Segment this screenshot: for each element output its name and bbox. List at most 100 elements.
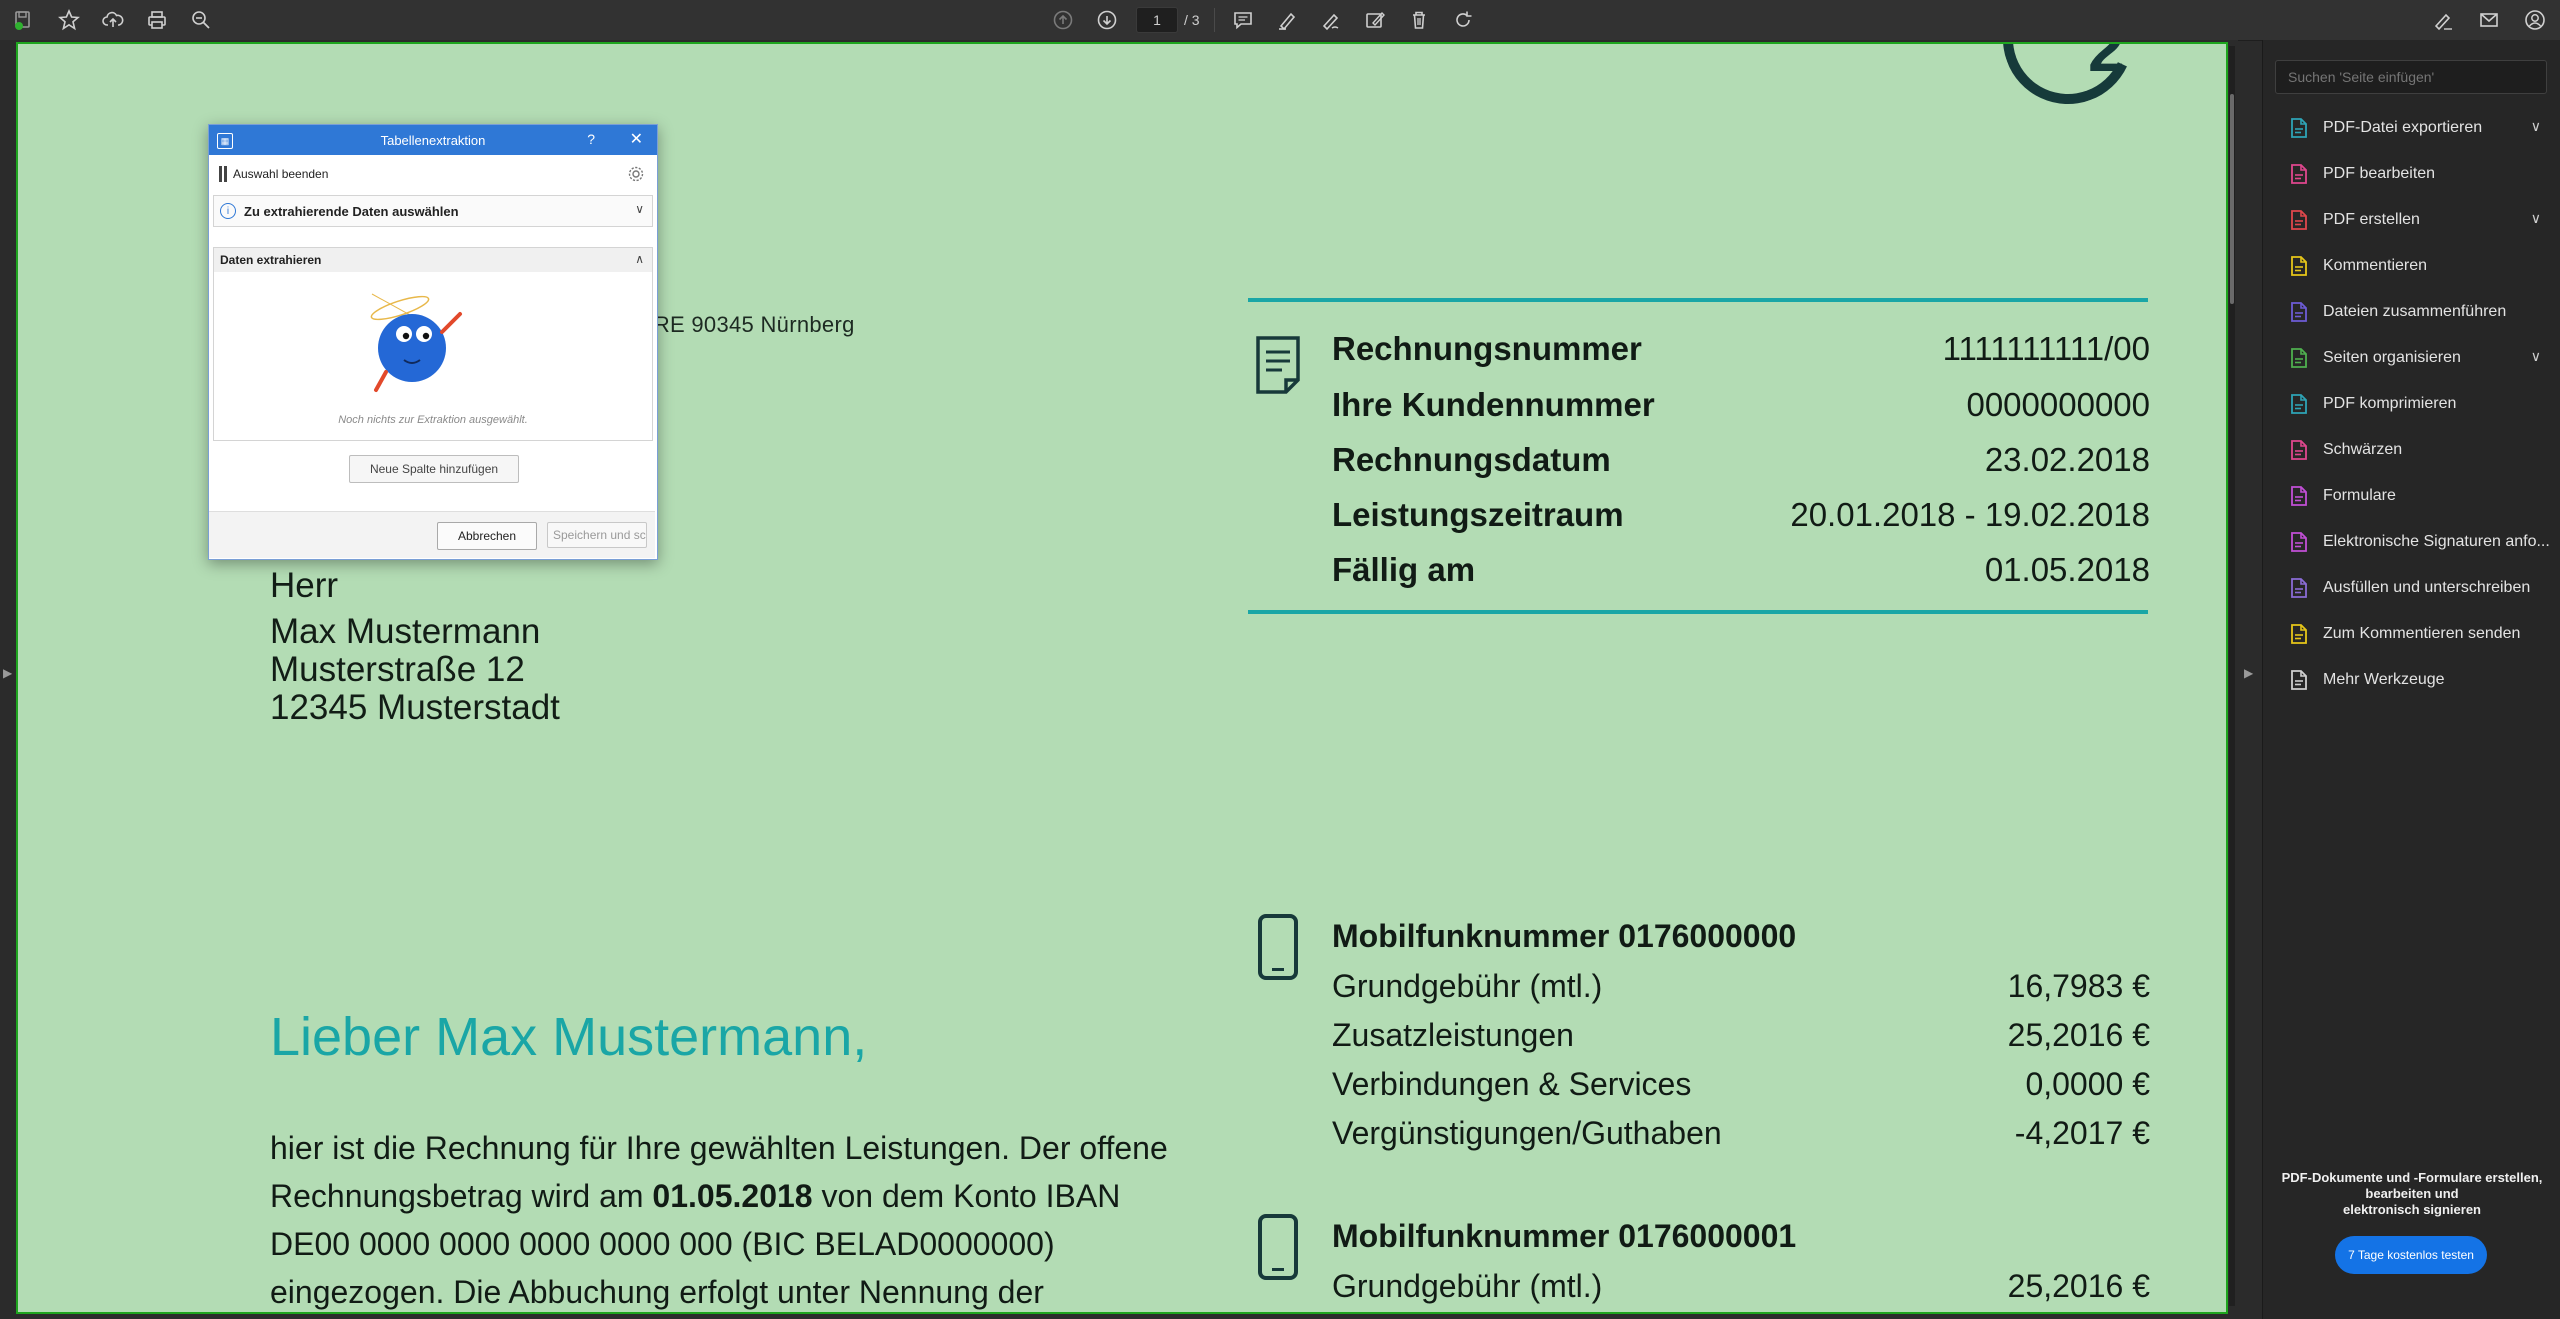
close-icon[interactable]: ✕ bbox=[630, 129, 643, 149]
app-icon: ▦ bbox=[217, 133, 233, 149]
left-panel-toggle-icon[interactable]: ▶ bbox=[3, 666, 12, 680]
highlight-pen-icon[interactable] bbox=[1270, 4, 1304, 36]
info-box-top-rule bbox=[1248, 298, 2148, 302]
chevron-down-icon[interactable]: ∨ bbox=[2531, 348, 2541, 365]
tool-item[interactable]: PDF-Datei exportieren ∨ bbox=[2263, 108, 2560, 148]
dialog-titlebar[interactable]: ▦ Tabellenextraktion ? ✕ bbox=[209, 125, 657, 155]
right-panel-toggle-icon[interactable]: ▶ bbox=[2244, 666, 2253, 680]
fill-sign-icon[interactable] bbox=[1358, 4, 1392, 36]
info-icon: i bbox=[220, 203, 236, 219]
stop-selection-button[interactable]: Auswahl beenden bbox=[233, 167, 328, 181]
charge-row: Grundgebühr (mtl.) 25,2016 € bbox=[1332, 1268, 2150, 1305]
star-icon[interactable] bbox=[52, 4, 86, 36]
charge-row: Vergünstigungen/Guthaben -4,2017 € bbox=[1332, 1115, 2150, 1152]
tool-item[interactable]: Kommentieren bbox=[2263, 246, 2560, 286]
save-icon[interactable] bbox=[6, 4, 40, 36]
free-trial-button[interactable]: 7 Tage kostenlos testen bbox=[2335, 1236, 2487, 1274]
recipient-street: Musterstraße 12 bbox=[270, 650, 525, 689]
cloud-upload-icon[interactable] bbox=[96, 4, 130, 36]
cancel-button[interactable]: Abbrechen bbox=[437, 522, 537, 550]
tool-item[interactable]: PDF komprimieren bbox=[2263, 384, 2560, 424]
gear-icon[interactable] bbox=[627, 165, 645, 183]
info-label: Leistungszeitraum bbox=[1332, 496, 1624, 533]
save-and-close-button[interactable]: Speichern und sc bbox=[547, 522, 647, 548]
more-tools-icon bbox=[2287, 668, 2311, 692]
tool-label: Zum Kommentieren senden bbox=[2323, 625, 2521, 642]
body-text: Rechnungsbetrag wird am bbox=[270, 1178, 653, 1214]
charge-value: -4,2017 € bbox=[2014, 1115, 2150, 1151]
chevron-up-icon[interactable]: ∧ bbox=[635, 252, 644, 266]
charge-row: Grundgebühr (mtl.) 16,7983 € bbox=[1332, 968, 2150, 1005]
charge-value: 25,2016 € bbox=[2007, 1268, 2150, 1304]
top-toolbar: 1 / 3 bbox=[0, 0, 2560, 41]
add-column-button[interactable]: Neue Spalte hinzufügen bbox=[349, 455, 519, 483]
info-value: 1111111111/00 bbox=[1942, 330, 2150, 367]
info-row: Fällig am 01.05.2018 bbox=[1332, 551, 2150, 589]
tool-item[interactable]: Zum Kommentieren senden bbox=[2263, 614, 2560, 654]
extract-data-header[interactable]: Daten extrahieren ∧ bbox=[214, 248, 652, 272]
page-number-input[interactable]: 1 bbox=[1136, 7, 1178, 33]
chevron-down-icon[interactable]: ∨ bbox=[2531, 118, 2541, 135]
draw-icon[interactable] bbox=[1314, 4, 1348, 36]
page-indicator: 1 / 3 bbox=[1136, 6, 1200, 34]
comment-icon[interactable] bbox=[1226, 4, 1260, 36]
tool-label: Kommentieren bbox=[2323, 257, 2428, 274]
charge-label: Grundgebühr (mtl.) bbox=[1332, 968, 1603, 1004]
mascot-illustration bbox=[370, 293, 462, 392]
document-scrollbar[interactable] bbox=[2229, 46, 2235, 1306]
charge-label: Grundgebühr (mtl.) bbox=[1332, 1268, 1603, 1304]
mobile-number-heading: Mobilfunknummer 0176000000 bbox=[1332, 918, 1797, 954]
tool-label: PDF komprimieren bbox=[2323, 395, 2457, 412]
charge-value: 25,2016 € bbox=[2007, 1017, 2150, 1053]
account-icon[interactable] bbox=[2518, 4, 2552, 36]
recipient-salutation: Herr bbox=[270, 566, 339, 605]
charge-value: 16,7983 € bbox=[2007, 968, 2150, 1004]
charge-row: Zusatzleistungen 25,2016 € bbox=[1332, 1017, 2150, 1054]
charge-label: Vergünstigungen/Guthaben bbox=[1332, 1115, 1722, 1151]
tool-item[interactable]: Formulare bbox=[2263, 476, 2560, 516]
tool-item[interactable]: Schwärzen bbox=[2263, 430, 2560, 470]
tool-item[interactable]: Mehr Werkzeuge bbox=[2263, 660, 2560, 700]
select-data-section[interactable]: i Zu extrahierende Daten auswählen ∨ bbox=[213, 195, 653, 227]
help-icon[interactable]: ? bbox=[587, 131, 595, 147]
extract-data-label: Daten extrahieren bbox=[220, 253, 322, 267]
promo-line: PDF-Dokumente und -Formulare erstellen, bbox=[2281, 1170, 2543, 1185]
tool-item[interactable]: Ausfüllen und unterschreiben bbox=[2263, 568, 2560, 608]
print-icon[interactable] bbox=[140, 4, 174, 36]
tool-item[interactable]: Seiten organisieren ∨ bbox=[2263, 338, 2560, 378]
recipient-city: 12345 Musterstadt bbox=[270, 688, 560, 727]
empty-state-message: Noch nichts zur Extraktion ausgewählt. bbox=[338, 414, 528, 426]
rotate-icon[interactable] bbox=[1446, 4, 1480, 36]
pause-icon[interactable] bbox=[219, 166, 227, 182]
scrollbar-thumb[interactable] bbox=[2230, 94, 2234, 304]
delete-icon[interactable] bbox=[1402, 4, 1436, 36]
chevron-down-icon[interactable]: ∨ bbox=[635, 202, 644, 216]
next-page-icon[interactable] bbox=[1090, 4, 1124, 36]
tool-label: Schwärzen bbox=[2323, 441, 2403, 458]
tool-item[interactable]: Elektronische Signaturen anfo... bbox=[2263, 522, 2560, 562]
charge-label: Verbindungen & Services bbox=[1332, 1066, 1692, 1102]
organize-pages-icon bbox=[2287, 346, 2311, 370]
tool-item[interactable]: Dateien zusammenführen bbox=[2263, 292, 2560, 332]
tool-label: Formulare bbox=[2323, 487, 2396, 504]
forms-icon bbox=[2287, 484, 2311, 508]
info-label: Fällig am bbox=[1332, 551, 1476, 588]
zoom-out-icon[interactable] bbox=[184, 4, 218, 36]
info-row: Rechnungsnummer 1111111111/00 bbox=[1332, 330, 2150, 368]
recipient-name: Max Mustermann bbox=[270, 612, 541, 651]
greeting-heading: Lieber Max Mustermann, bbox=[270, 1007, 868, 1067]
edit-pdf-icon bbox=[2287, 162, 2311, 186]
chevron-down-icon[interactable]: ∨ bbox=[2531, 210, 2541, 227]
tool-item[interactable]: PDF erstellen ∨ bbox=[2263, 200, 2560, 240]
previous-page-icon[interactable] bbox=[1046, 4, 1080, 36]
tools-search-input[interactable] bbox=[2275, 60, 2547, 94]
sender-address-line: G RE 90345 Nürnberg bbox=[630, 312, 855, 337]
page-total: / 3 bbox=[1184, 12, 1200, 28]
mail-icon[interactable] bbox=[2472, 4, 2506, 36]
invoice-document-icon bbox=[1256, 336, 1300, 394]
info-label: Ihre Kundennummer bbox=[1332, 386, 1655, 423]
sign-icon[interactable] bbox=[2426, 4, 2460, 36]
mobile-phone-icon bbox=[1258, 1214, 1298, 1280]
tool-item[interactable]: PDF bearbeiten bbox=[2263, 154, 2560, 194]
redact-icon bbox=[2287, 438, 2311, 462]
